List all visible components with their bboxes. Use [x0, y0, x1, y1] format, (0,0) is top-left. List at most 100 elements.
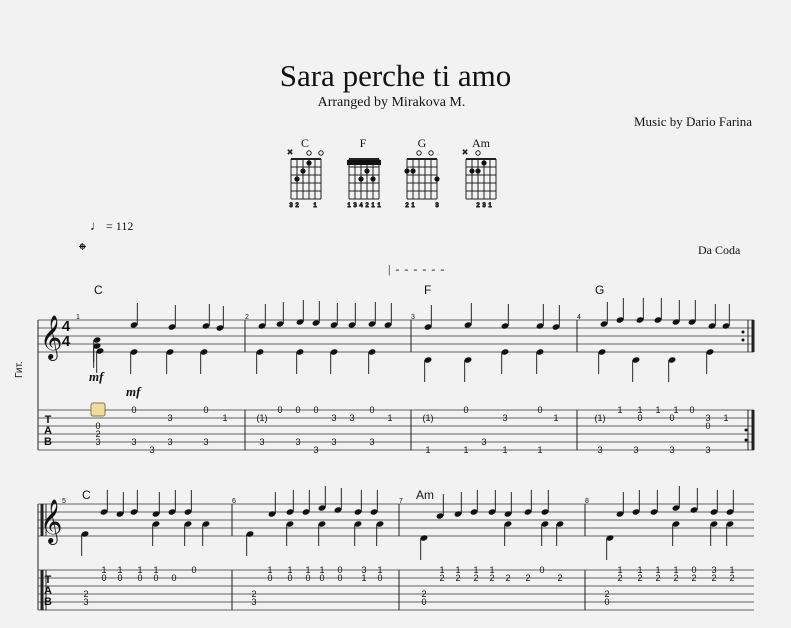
- system-chord-c-2: C: [82, 488, 91, 502]
- tab-fret-number: 0: [267, 573, 272, 583]
- tempo-value: = 112: [106, 219, 134, 233]
- tab-fret-number: 1: [723, 413, 728, 423]
- score-sheet: Sara perche ti amo Arranged by Mirakova …: [0, 0, 791, 628]
- tab-fret-number: 0: [337, 573, 342, 583]
- finger-dot: [364, 168, 370, 174]
- repeat-dot: [741, 338, 745, 342]
- instrument-label: Гит.: [14, 361, 25, 378]
- system-chord-f: F: [424, 283, 432, 297]
- tab-fret-number: 0: [287, 573, 292, 583]
- tab-fret-number: 0: [669, 413, 674, 423]
- tab-fret-number: 0: [203, 405, 208, 415]
- treble-clef-icon: 𝄞: [40, 316, 62, 361]
- measure-number: 3: [411, 314, 415, 321]
- finger-dot: [306, 160, 312, 166]
- tab-fret-number: 0: [369, 405, 374, 415]
- tab-fret-number: 2: [557, 573, 562, 583]
- tab-fret-number: 3: [633, 445, 638, 455]
- measure-number: 5: [62, 498, 66, 505]
- tab-fret-number: 3: [149, 445, 154, 455]
- tab-fret-number: 0: [131, 405, 136, 415]
- tab-fret-number: 3: [203, 437, 208, 447]
- tab-fret-number: 2: [473, 573, 478, 583]
- tab-fret-number: 0: [689, 405, 694, 415]
- tab-fret-number: 2: [525, 573, 530, 583]
- tab-fret-number: 3: [167, 437, 172, 447]
- tab-fret-number: 0: [313, 405, 318, 415]
- tab-fret-number: 2: [489, 573, 494, 583]
- measure-number: 1: [76, 314, 80, 321]
- muted-string-marker: ×: [287, 147, 292, 157]
- tab-fret-number: 2: [505, 573, 510, 583]
- tab-clef-letter: B: [44, 596, 52, 608]
- tempo-marking: ♩ = 112: [90, 218, 133, 234]
- tab-fret-number: 2: [673, 573, 678, 583]
- finger-number: 2: [365, 203, 369, 209]
- finger-dot: [434, 176, 440, 182]
- finger-number: 1: [411, 203, 415, 209]
- tab-fret-number: 0: [277, 405, 282, 415]
- finger-number: 1: [488, 203, 492, 209]
- tab-fret-number: 0: [705, 421, 710, 431]
- finger-dot: [469, 168, 475, 174]
- finger-number: 4: [359, 203, 363, 209]
- tab-fret-number: 1: [361, 573, 366, 583]
- repeat-dot: [741, 330, 745, 334]
- finger-number: 3: [482, 203, 486, 209]
- system-chord-g: G: [595, 283, 605, 297]
- tab-fret-number: 0: [137, 573, 142, 583]
- tab-fret-number: 0: [295, 405, 300, 415]
- finger-number: 2: [295, 203, 299, 209]
- open-string-marker: [416, 150, 422, 156]
- finger-number: 1: [377, 203, 381, 209]
- measure-number: 7: [399, 498, 403, 505]
- tab-clef-letter: B: [44, 436, 52, 448]
- tab-fret-number: 3: [369, 437, 374, 447]
- finger-dot: [300, 168, 306, 174]
- chord-diagrams-group: ×3 2 1 1 3 4 2 1 1 2 1 3×2 3 1: [287, 147, 497, 210]
- barre-mark: [347, 160, 381, 165]
- system-chord-am: Am: [416, 488, 434, 502]
- tab-fret-number: 3: [331, 413, 336, 423]
- time-signature-bottom: 4: [62, 333, 71, 350]
- tab-fret-number: 0: [319, 573, 324, 583]
- measure-number: 2: [245, 314, 249, 321]
- let-ring-marking: | - - - - - -: [388, 262, 446, 276]
- tab-fret-number: 1: [655, 405, 660, 415]
- tab-fret-number: 2: [439, 573, 444, 583]
- tab-fret-number: 0: [153, 573, 158, 583]
- muted-string-marker: ×: [462, 147, 467, 157]
- dynamic-marking-2: mf: [126, 384, 141, 399]
- finger-dot: [294, 176, 300, 182]
- tab-fret-number: 0: [463, 405, 468, 415]
- finger-dot: [481, 160, 487, 166]
- tab-fret-number: 0: [101, 573, 106, 583]
- tab-fret-number: 2: [455, 573, 460, 583]
- tab-fret-number: 2: [655, 573, 660, 583]
- tab-fret-number: 3: [669, 445, 674, 455]
- finger-dot: [404, 168, 410, 174]
- staves-group: 𝄞 44TAB1 2 3 40 03 1023 3 3 330 0 0 0(1) 3 3 13 3 3 330 0(1…: [37, 298, 755, 611]
- tab-fret-number: 0: [117, 573, 122, 583]
- tab-fret-number: 1: [502, 445, 507, 455]
- finger-number: 1: [313, 203, 317, 209]
- tab-fret-number: 1: [537, 445, 542, 455]
- tab-fret-number: 0: [539, 565, 544, 575]
- tab-fret-number: 2: [711, 573, 716, 583]
- tab-fret-number: 0: [421, 597, 426, 607]
- finger-number: 1: [371, 203, 375, 209]
- tab-fret-number: 3: [167, 413, 172, 423]
- finger-number: 2: [476, 203, 480, 209]
- repeat-dot: [744, 438, 748, 442]
- treble-clef-icon: 𝄞: [40, 500, 62, 545]
- tab-fret-number: 0: [537, 405, 542, 415]
- score-graphics: ×3 2 1 1 3 4 2 1 1 2 1 3×2 3 1 𝄞 44TAB1 2 3 40 03 1023 3 3 330…: [37, 147, 755, 611]
- tab-fret-number: 0: [191, 565, 196, 575]
- tab-fret-number: 3: [481, 437, 486, 447]
- tab-fret-number: 1: [463, 445, 468, 455]
- tab-fret-number: 2: [729, 573, 734, 583]
- finger-dot: [410, 168, 416, 174]
- tab-fret-number: 3: [95, 437, 100, 447]
- open-string-marker: [306, 150, 312, 156]
- tab-fret-number: 1: [617, 405, 622, 415]
